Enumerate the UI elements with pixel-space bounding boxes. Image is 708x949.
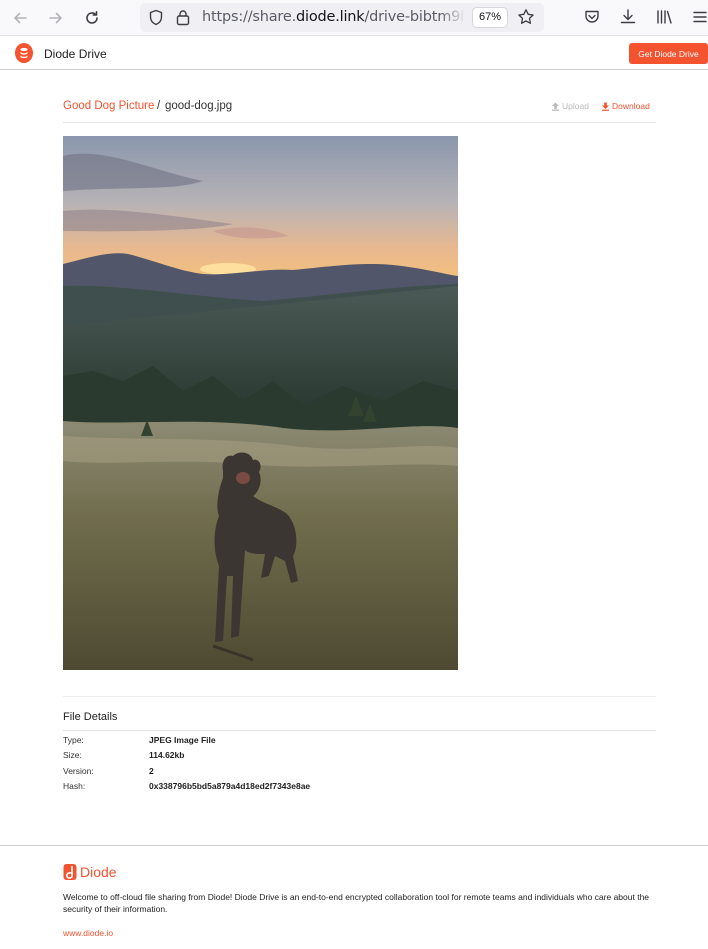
url-fade xyxy=(440,7,466,29)
forward-arrow-icon[interactable] xyxy=(44,6,68,30)
app-header: Diode Drive Get Diode Drive xyxy=(0,37,708,70)
lock-icon[interactable] xyxy=(176,9,190,31)
breadcrumb-separator: / xyxy=(157,100,161,112)
app-title[interactable]: Diode Drive xyxy=(44,47,107,61)
library-icon[interactable] xyxy=(653,6,675,28)
footer-description: Welcome to off-cloud file sharing from D… xyxy=(63,892,650,914)
detail-row-size: Size: 114.62kb xyxy=(63,750,656,764)
detail-label: Hash: xyxy=(63,781,86,791)
detail-row-type: Type: JPEG Image File xyxy=(63,735,656,749)
detail-value: 2 xyxy=(149,766,154,776)
footer-rule xyxy=(0,845,708,846)
back-arrow-icon[interactable] xyxy=(8,6,32,30)
detail-label: Version: xyxy=(63,766,94,776)
detail-value: 114.62kb xyxy=(149,750,185,760)
downloads-icon[interactable] xyxy=(617,6,639,28)
detail-row-hash: Hash: 0x338796b5bd5a879a4d18ed2f7343e8ae xyxy=(63,781,656,795)
image-preview xyxy=(63,136,458,670)
bookmark-star-icon[interactable] xyxy=(517,8,535,31)
diode-logo-icon[interactable] xyxy=(15,43,33,63)
diode-brand-icon xyxy=(63,864,77,880)
reload-icon[interactable] xyxy=(80,6,104,30)
detail-label: Size: xyxy=(63,750,82,760)
detail-value: JPEG Image File xyxy=(149,735,216,745)
download-label: Download xyxy=(612,101,650,111)
file-details-title: File Details xyxy=(63,711,118,723)
url-host: diode.link xyxy=(295,9,365,25)
get-diode-drive-button[interactable]: Get Diode Drive xyxy=(629,43,708,64)
menu-hamburger-icon[interactable] xyxy=(689,6,708,28)
url-prefix: https://share. xyxy=(202,9,296,25)
detail-row-version: Version: 2 xyxy=(63,766,656,780)
download-button[interactable]: Download xyxy=(601,101,650,111)
breadcrumb-file: good-dog.jpg xyxy=(165,100,233,112)
footer-brand: Diode xyxy=(80,864,117,880)
breadcrumb-folder-link[interactable]: Good Dog Picture xyxy=(63,100,154,112)
upload-label: Upload xyxy=(562,101,589,111)
browser-toolbar: https://share.diode.link/drive-bibtm9lqv… xyxy=(0,0,708,36)
breadcrumb: Good Dog Picture / good-dog.jpg Upload D… xyxy=(63,100,656,123)
zoom-level-badge[interactable]: 67% xyxy=(472,7,508,28)
footer-website-link[interactable]: www.diode.io xyxy=(63,928,113,938)
details-separator xyxy=(63,696,656,697)
upload-button[interactable]: Upload xyxy=(551,101,589,111)
footer-logo: Diode xyxy=(63,863,117,881)
pocket-icon[interactable] xyxy=(581,6,603,28)
details-rule xyxy=(63,730,656,731)
detail-label: Type: xyxy=(63,735,84,745)
url-bar[interactable]: https://share.diode.link/drive-bibtm9lqv… xyxy=(140,3,544,32)
shield-icon[interactable] xyxy=(148,9,164,31)
detail-value: 0x338796b5bd5a879a4d18ed2f7343e8ae xyxy=(149,781,311,791)
url-text[interactable]: https://share.diode.link/drive-bibtm9lqv… xyxy=(202,9,464,27)
upload-icon xyxy=(552,102,559,111)
download-icon xyxy=(602,102,609,111)
